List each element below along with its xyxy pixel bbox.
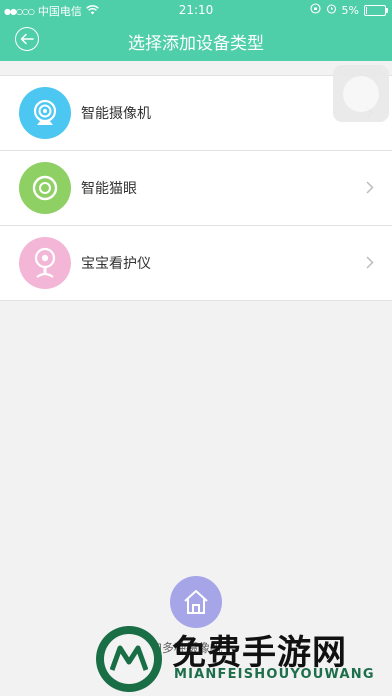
home-button[interactable]	[170, 576, 222, 628]
alarm-icon	[326, 3, 337, 17]
camera-icon	[19, 87, 71, 139]
watermark-url: MIANFEISHOUYOUWANG	[174, 667, 375, 682]
list-item-label: 宝宝看护仪	[81, 256, 151, 272]
battery-fill	[366, 6, 367, 14]
battery-icon	[364, 4, 388, 16]
battery-percent: 5%	[341, 3, 359, 17]
page-title: 选择添加设备类型	[128, 34, 264, 54]
assistive-touch-button[interactable]	[333, 65, 389, 122]
watermark-logo	[96, 626, 162, 692]
orientation-lock-icon	[309, 3, 321, 17]
list-item-peephole[interactable]: 智能猫眼	[0, 151, 392, 226]
list-item-label: 智能摄像机	[81, 106, 151, 122]
chevron-right-icon	[366, 179, 374, 198]
assistive-touch-inner	[343, 75, 379, 112]
list-item-baby-monitor[interactable]: 宝宝看护仪	[0, 226, 392, 301]
baby-monitor-icon	[19, 237, 71, 289]
list-item-label: 智能猫眼	[81, 181, 137, 197]
nav-bar: 选择添加设备类型	[0, 20, 392, 61]
chevron-right-icon	[366, 254, 374, 273]
peephole-icon	[19, 162, 71, 214]
watermark: 免费手游网 MIANFEISHOUYOUWANG	[96, 622, 392, 696]
home-icon	[184, 590, 208, 614]
status-bar: ●●○○○ 中国电信 21:10 5%	[0, 0, 392, 20]
